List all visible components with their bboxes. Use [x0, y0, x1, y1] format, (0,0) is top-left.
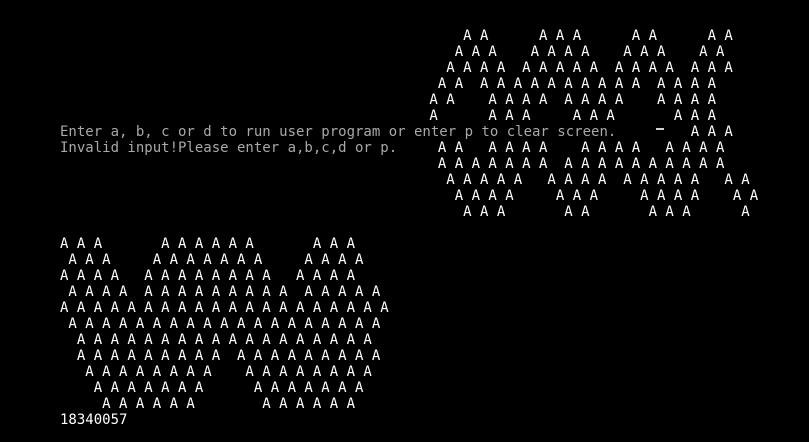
bottom-pattern-row: A A A A A A A A A A A A A A A A — [60, 364, 372, 380]
top-pattern-row: A A A A A A A A A A A A A A A A A — [421, 156, 725, 172]
student-id: 18340057 — [60, 412, 128, 428]
top-pattern-row: A A A A A A A A A A A A — [421, 44, 725, 60]
console-screen: A A A A A A A A A A A A A A A A A A A A … — [0, 0, 809, 442]
top-pattern-row: A A A A A A A A A A A A A A A A — [421, 76, 717, 92]
bottom-pattern-row: A A A A A A A A A A A A — [60, 396, 356, 412]
bottom-pattern-row: A A A A A A A A A A A A A A A A A A A — [60, 316, 381, 332]
console-error-line: Invalid input!Please enter a,b,c,d or p. — [60, 140, 398, 156]
bottom-pattern-row: A A A A A A A A A A A A A A — [60, 380, 364, 396]
bottom-pattern-row: A A A A A A A A A A A A A A A A A A A A — [60, 300, 389, 316]
top-pattern-row: A A A A A A A A A A A A A A — [421, 92, 717, 108]
top-pattern-row: A A A A A A A A A — [421, 28, 733, 44]
top-pattern-row: A A A A A A A A A A A A A — [421, 188, 759, 204]
console-prompt-line: Enter a, b, c or d to run user program o… — [60, 124, 617, 140]
bottom-pattern-row: A A A A A A A A A A A A A A A A A A — [60, 284, 381, 300]
top-pattern-row: A A A A A A A A A A A A A A A A — [421, 60, 733, 76]
top-pattern-row: A A A A A A A A A A A A A A A A — [421, 172, 750, 188]
top-pattern-row: A A A A A A A A A A A A A A — [421, 140, 725, 156]
bottom-pattern-row: A A A A A A A A A A A A A A A A A A — [60, 332, 372, 348]
bottom-pattern-row: A A A A A A A A A A A A A A — [60, 252, 364, 268]
text-cursor[interactable] — [656, 128, 664, 130]
bottom-pattern-row: A A A A A A A A A A A A — [60, 236, 356, 252]
top-pattern-row: A A A A A A A A A — [421, 204, 750, 220]
top-pattern-row: A A A A A A A A A A — [421, 108, 717, 124]
bottom-pattern-row: A A A A A A A A A A A A A A A A A A — [60, 348, 381, 364]
bottom-pattern-row: A A A A A A A A A A A A A A A A — [60, 268, 356, 284]
